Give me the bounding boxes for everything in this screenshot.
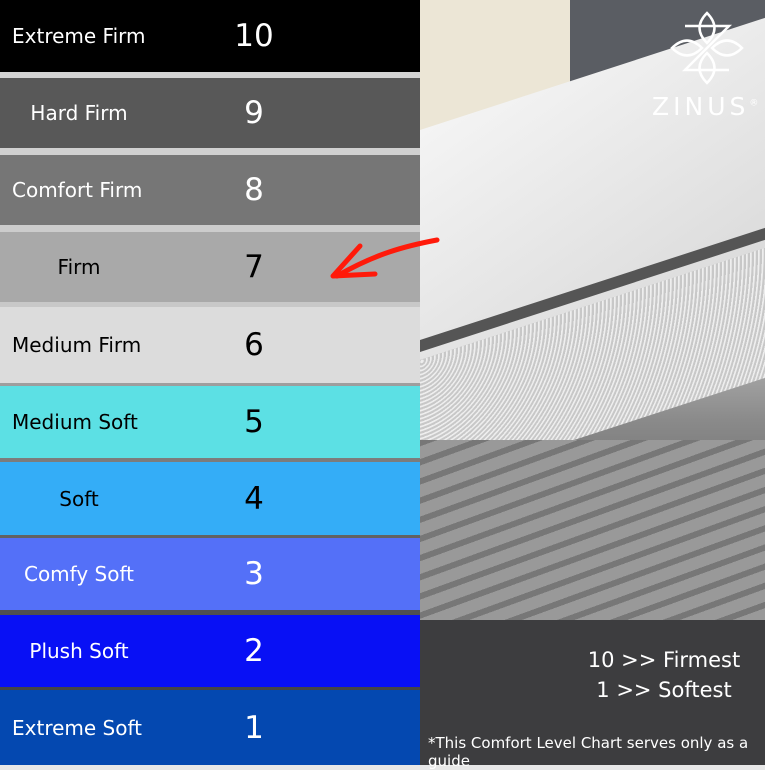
firmness-band-5: Medium Soft 5 — [0, 386, 420, 458]
band-label: Hard Firm — [30, 101, 128, 125]
band-label: Comfy Soft — [23, 562, 135, 586]
brand-name: ZINUS — [652, 92, 750, 121]
firmness-band-6: Medium Firm 6 — [0, 307, 420, 383]
band-value: 2 — [244, 633, 264, 669]
band-label: Extreme Firm — [12, 24, 146, 48]
band-value: 6 — [244, 327, 264, 363]
band-value: 1 — [244, 709, 264, 746]
firmness-band-9: Hard Firm 9 — [0, 78, 420, 148]
band-value: 9 — [244, 95, 264, 131]
firmness-band-2: Plush Soft 2 — [0, 615, 420, 687]
firmness-band-10: Extreme Firm 10 — [0, 0, 420, 72]
firmness-band-1: Extreme Soft 1 — [0, 690, 420, 765]
firmness-band-8: Comfort Firm 8 — [0, 155, 420, 225]
mattress-quilt — [420, 440, 765, 640]
scale-legend: 10 >> Firmest 1 >> Softest — [579, 645, 749, 705]
band-label: Firm — [57, 255, 101, 279]
band-value: 3 — [244, 556, 264, 592]
leaf-logo-icon — [670, 11, 744, 85]
band-label: Medium Soft — [12, 410, 138, 434]
legend-firmest: 10 >> Firmest — [587, 648, 741, 672]
band-label: Comfort Firm — [12, 178, 143, 202]
firmness-band-4: Soft 4 — [0, 462, 420, 535]
band-value: 10 — [234, 18, 274, 54]
band-value: 8 — [244, 172, 264, 208]
zinus-logo: ZINUS® — [652, 8, 762, 123]
band-value: 7 — [244, 249, 264, 285]
red-arrow-icon — [330, 237, 440, 279]
band-label: Plush Soft — [29, 639, 129, 663]
registered-mark: ® — [749, 98, 763, 109]
band-label: Medium Firm — [12, 333, 142, 357]
firmness-band-3: Comfy Soft 3 — [0, 538, 420, 610]
band-label: Extreme Soft — [12, 715, 143, 740]
band-value: 5 — [244, 404, 264, 440]
band-value: 4 — [244, 480, 264, 517]
legend-softest: 1 >> Softest — [596, 678, 732, 702]
band-label: Soft — [59, 486, 99, 511]
